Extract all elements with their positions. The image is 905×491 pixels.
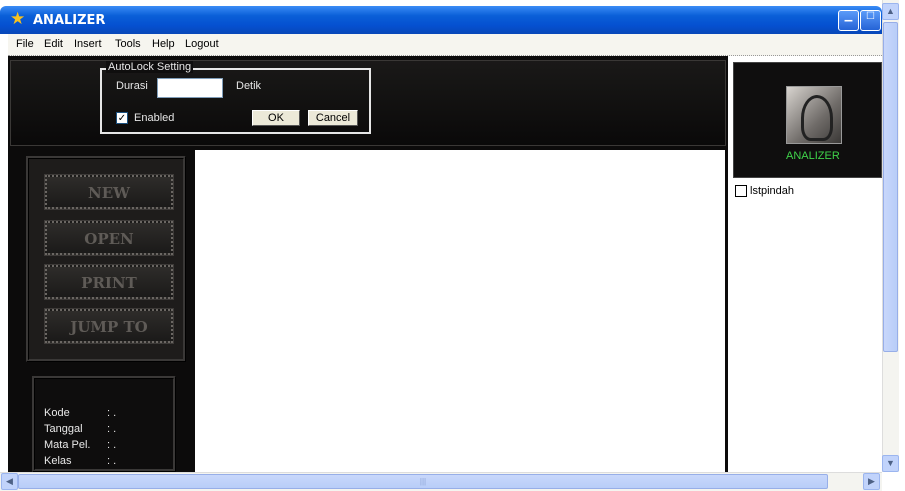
scroll-right-icon[interactable]: ▶ [863, 473, 880, 490]
menu-edit[interactable]: Edit [44, 38, 63, 50]
info-panel: Kode : . Tanggal : . Mata Pel. : . Kelas… [32, 376, 176, 472]
avatar-figure-icon [801, 95, 833, 141]
title-bar: ★ ANALIZER ▁ ☐ [0, 6, 882, 34]
autolock-legend: AutoLock Setting [106, 61, 194, 73]
scroll-down-icon[interactable]: ▼ [882, 455, 899, 472]
star-icon: ★ [10, 9, 26, 28]
enabled-label: Enabled [134, 112, 175, 124]
kelas-label: Kelas [44, 455, 72, 467]
enabled-checkbox[interactable]: ✓ [116, 112, 128, 124]
tanggal-label: Tanggal [44, 423, 83, 435]
menu-logout[interactable]: Logout [185, 38, 219, 50]
jump-to-button[interactable]: JUMP TO [44, 308, 174, 344]
cancel-button[interactable]: Cancel [308, 110, 358, 126]
autolock-setting-group: AutoLock Setting Durasi Detik ✓ Enabled … [100, 61, 371, 134]
content-canvas[interactable] [195, 150, 725, 472]
new-button[interactable]: NEW [44, 174, 174, 210]
ok-button[interactable]: OK [252, 110, 300, 126]
menu-tools[interactable]: Tools [115, 38, 141, 50]
kode-value: : . [107, 407, 117, 419]
horizontal-scroll-thumb[interactable]: ||| [18, 474, 828, 489]
open-button[interactable]: OPEN [44, 220, 174, 256]
durasi-input[interactable] [157, 78, 223, 98]
maximize-button[interactable]: ☐ [860, 10, 881, 31]
window-title: ANALIZER [33, 13, 106, 28]
menu-help[interactable]: Help [152, 38, 175, 50]
lstpindah-checkbox[interactable] [735, 185, 747, 197]
app-label: ANALIZER [786, 150, 840, 162]
tanggal-value: : . [107, 423, 117, 435]
avatar [786, 86, 842, 144]
scroll-up-icon[interactable]: ▲ [882, 3, 899, 20]
kelas-value: : . [107, 455, 117, 467]
scroll-left-icon[interactable]: ◀ [1, 473, 18, 490]
lstpindah-label: lstpindah [750, 185, 795, 197]
mata-pel-value: : . [107, 439, 117, 451]
detik-label: Detik [236, 80, 262, 92]
menu-bar: File Edit Insert Tools Help Logout [8, 34, 882, 56]
menu-file[interactable]: File [16, 38, 34, 50]
vertical-scroll-thumb[interactable] [883, 22, 898, 352]
left-nav-panel: NEW OPEN PRINT JUMP TO [26, 156, 186, 362]
kode-label: Kode [44, 407, 70, 419]
durasi-label: Durasi [116, 80, 148, 92]
menu-insert[interactable]: Insert [74, 38, 102, 50]
print-button[interactable]: PRINT [44, 264, 174, 300]
mata-pel-label: Mata Pel. [44, 439, 91, 451]
minimize-button[interactable]: ▁ [838, 10, 859, 31]
